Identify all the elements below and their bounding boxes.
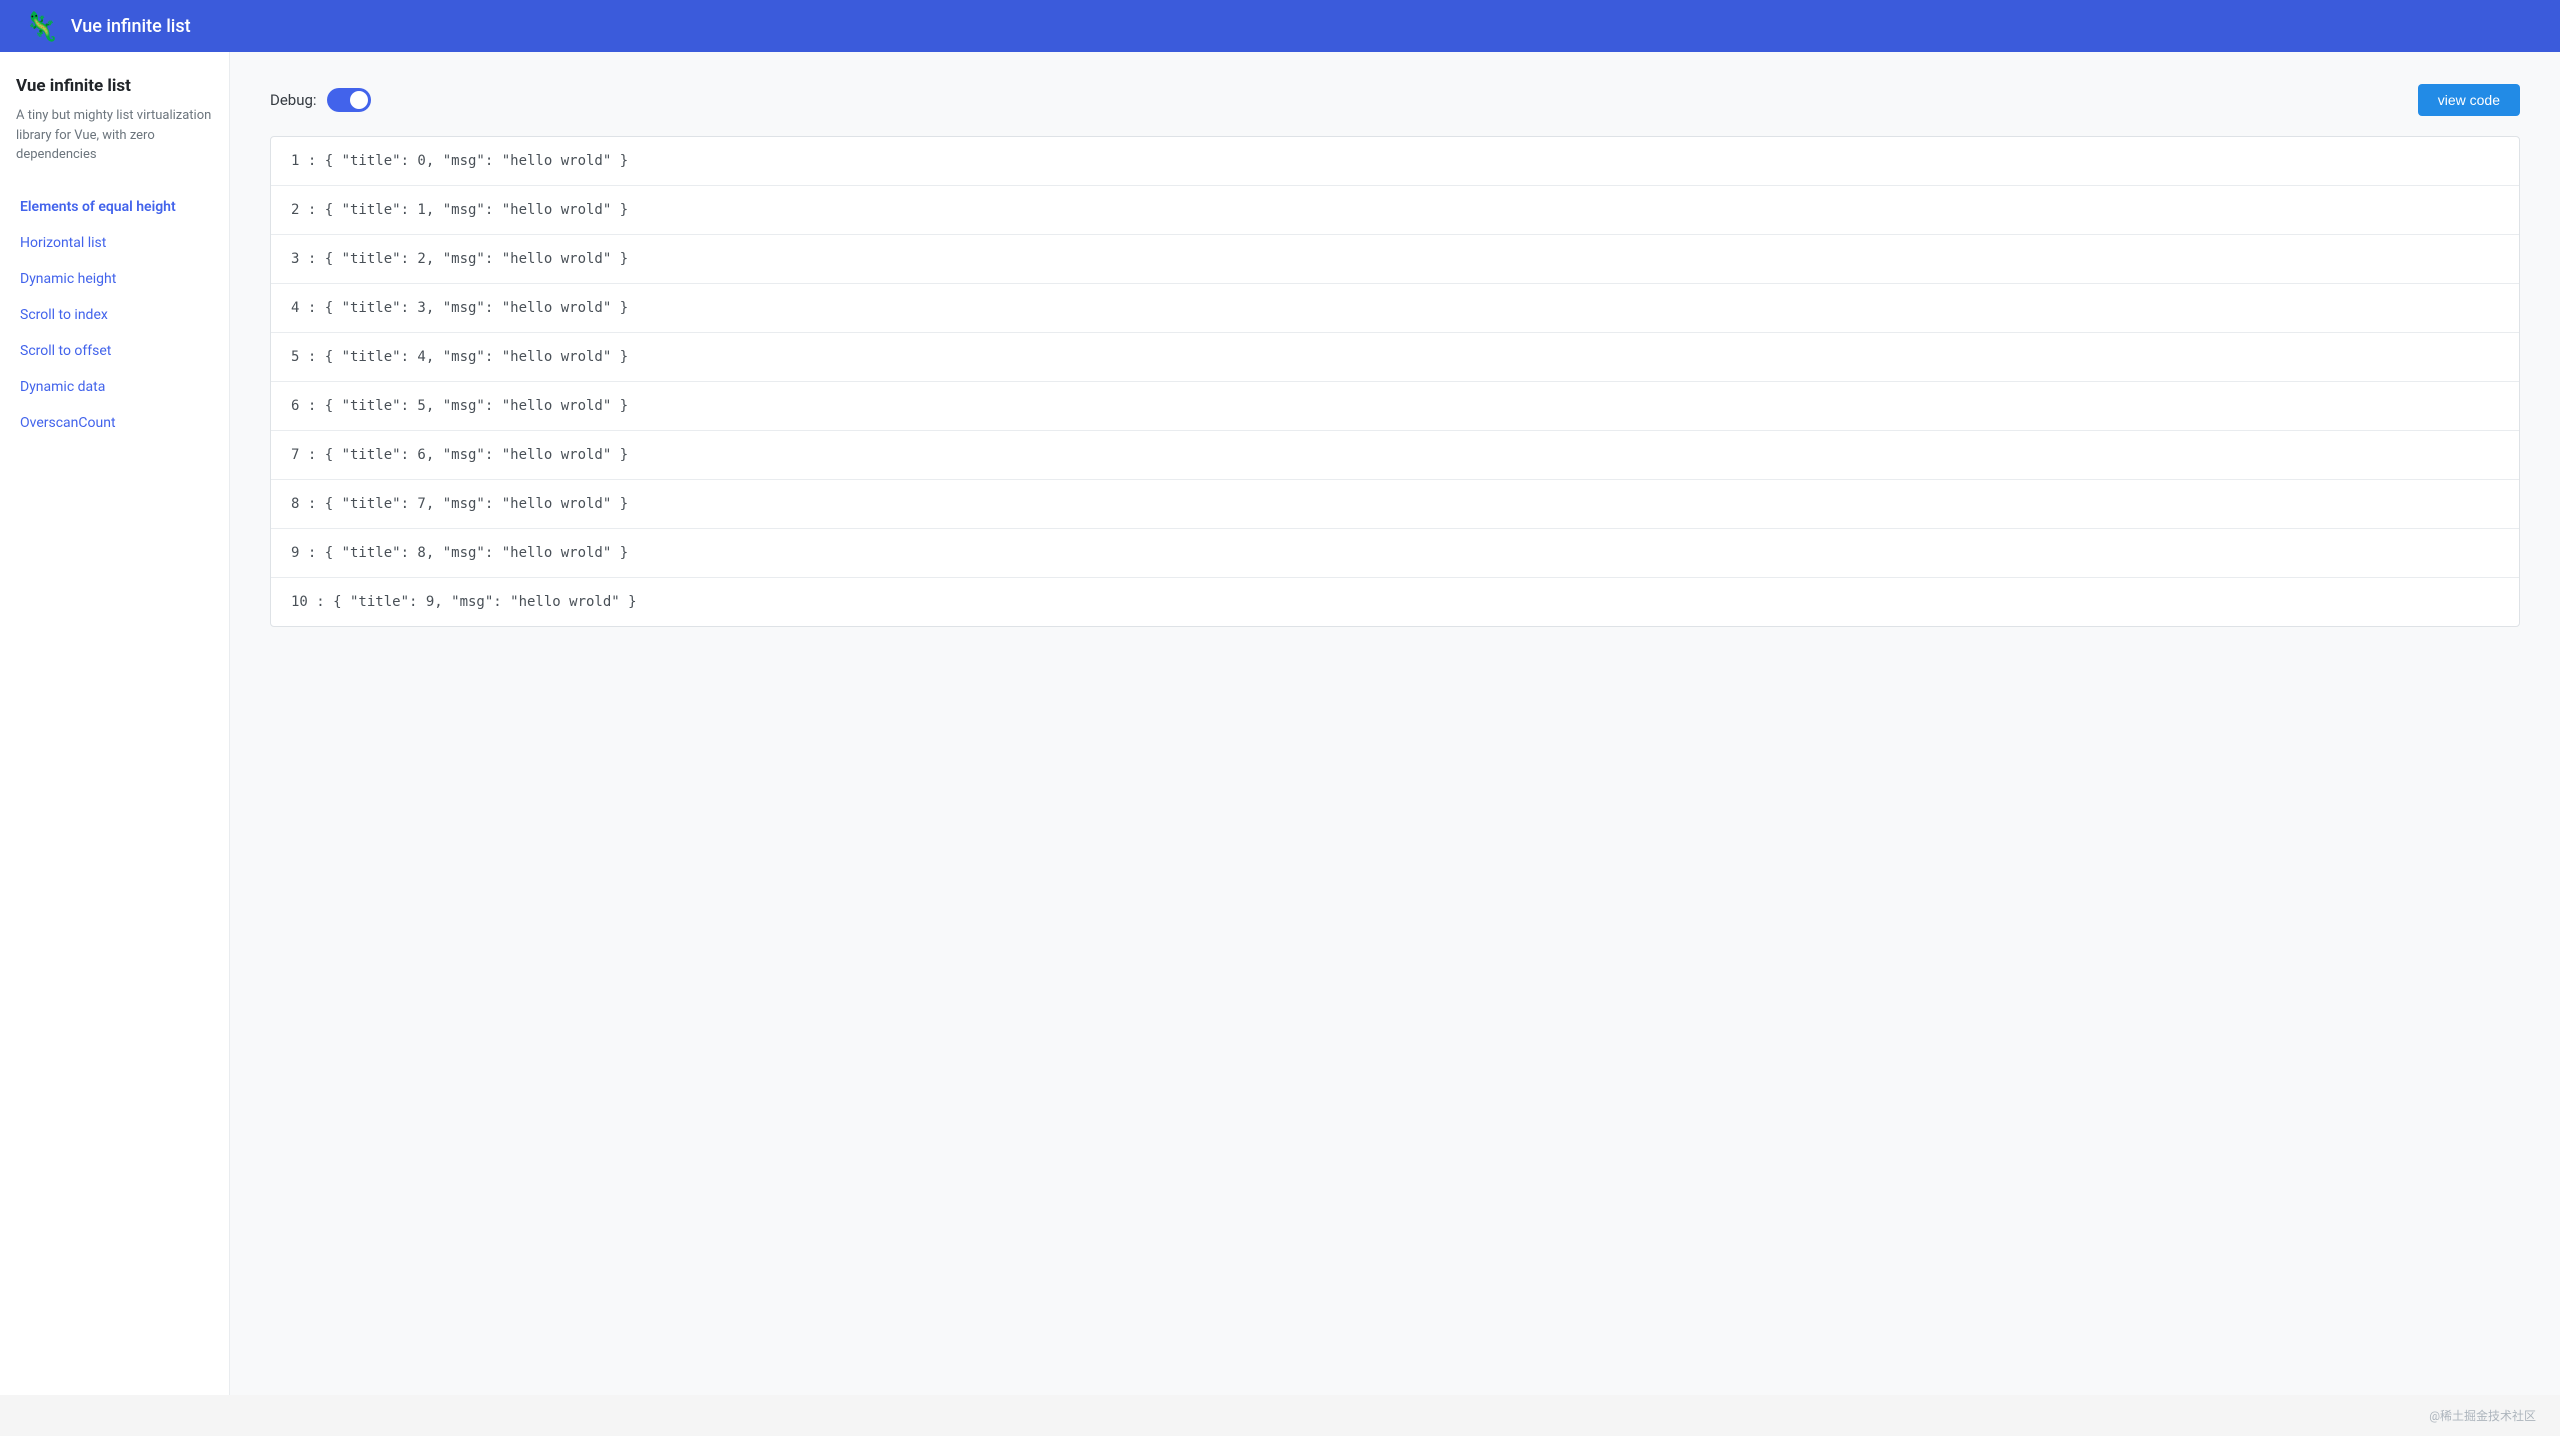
list-item: 10 : { "title": 9, "msg": "hello wrold" …	[271, 578, 2519, 626]
main-layout: Vue infinite list A tiny but mighty list…	[0, 52, 2560, 1395]
sidebar-nav: Elements of equal heightHorizontal listD…	[16, 189, 213, 441]
debug-label: Debug:	[270, 91, 317, 109]
debug-toggle[interactable]	[327, 88, 371, 112]
debug-label-group: Debug:	[270, 88, 371, 112]
sidebar-item-dynamic-height[interactable]: Dynamic height	[16, 261, 213, 297]
list-item: 3 : { "title": 2, "msg": "hello wrold" }	[271, 235, 2519, 284]
list-container: 1 : { "title": 0, "msg": "hello wrold" }…	[270, 136, 2520, 627]
list-item: 6 : { "title": 5, "msg": "hello wrold" }	[271, 382, 2519, 431]
toggle-thumb	[350, 91, 368, 109]
list-item: 9 : { "title": 8, "msg": "hello wrold" }	[271, 529, 2519, 578]
sidebar-item-elements-equal-height[interactable]: Elements of equal height	[16, 189, 213, 225]
sidebar: Vue infinite list A tiny but mighty list…	[0, 52, 230, 1395]
list-item: 1 : { "title": 0, "msg": "hello wrold" }	[271, 137, 2519, 186]
list-item: 5 : { "title": 4, "msg": "hello wrold" }	[271, 333, 2519, 382]
sidebar-item-scroll-to-offset[interactable]: Scroll to offset	[16, 333, 213, 369]
header-title: Vue infinite list	[71, 16, 191, 37]
sidebar-app-title: Vue infinite list	[16, 76, 213, 96]
debug-bar: Debug: view code	[270, 84, 2520, 116]
sidebar-item-scroll-to-index[interactable]: Scroll to index	[16, 297, 213, 333]
app-header: 🦎 Vue infinite list	[0, 0, 2560, 52]
sidebar-item-overscan-count[interactable]: OverscanCount	[16, 405, 213, 441]
page-footer: @稀土掘金技术社区	[0, 1395, 2560, 1436]
toggle-track[interactable]	[327, 88, 371, 112]
list-item: 8 : { "title": 7, "msg": "hello wrold" }	[271, 480, 2519, 529]
sidebar-description: A tiny but mighty list virtualization li…	[16, 106, 213, 165]
sidebar-item-horizontal-list[interactable]: Horizontal list	[16, 225, 213, 261]
view-code-button[interactable]: view code	[2418, 84, 2520, 116]
list-item: 4 : { "title": 3, "msg": "hello wrold" }	[271, 284, 2519, 333]
footer-text: @稀土掘金技术社区	[2429, 1409, 2536, 1423]
header-logo: 🦎	[24, 10, 59, 43]
content-area: Debug: view code 1 : { "title": 0, "msg"…	[230, 52, 2560, 1395]
list-item: 2 : { "title": 1, "msg": "hello wrold" }	[271, 186, 2519, 235]
list-item: 7 : { "title": 6, "msg": "hello wrold" }	[271, 431, 2519, 480]
sidebar-item-dynamic-data[interactable]: Dynamic data	[16, 369, 213, 405]
